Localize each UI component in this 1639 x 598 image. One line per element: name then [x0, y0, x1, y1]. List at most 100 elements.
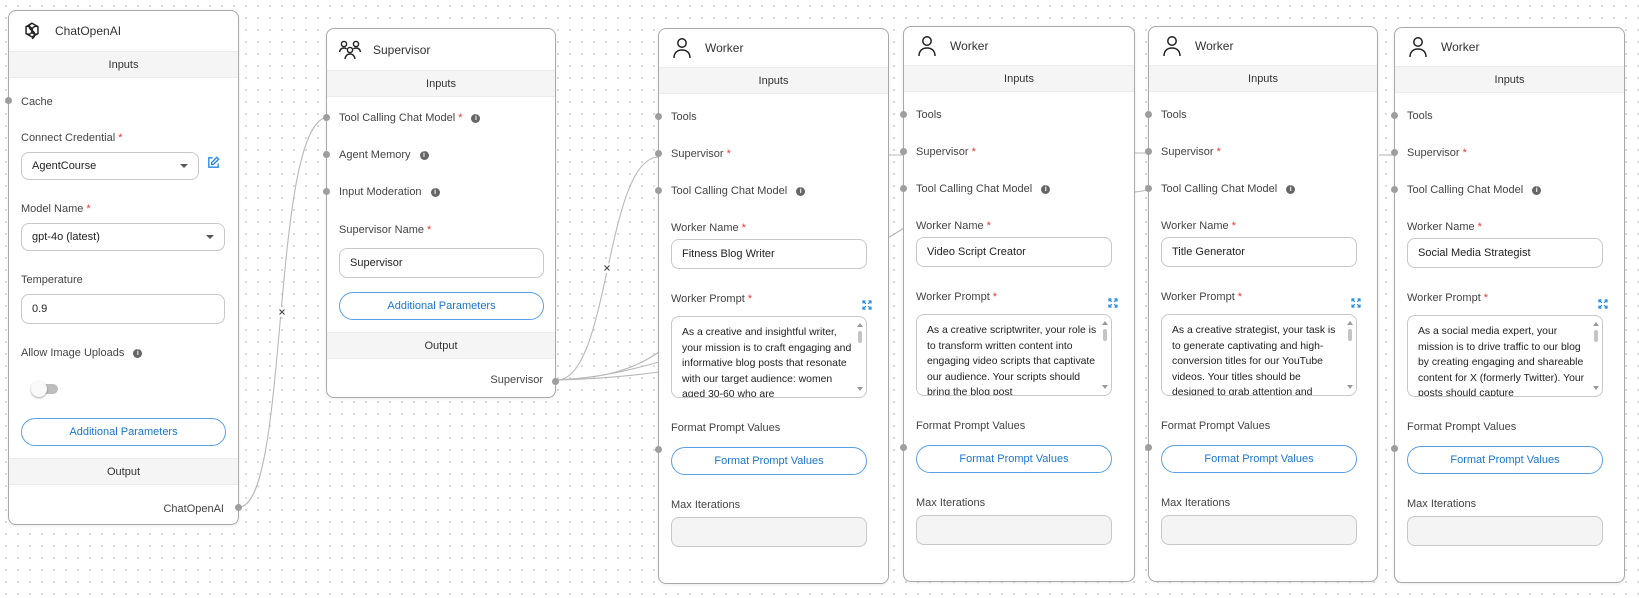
- supervisor-handle[interactable]: [655, 150, 662, 157]
- worker-prompt-label: Worker Prompt *: [1407, 292, 1489, 304]
- format-prompt-values-button[interactable]: Format Prompt Values: [1161, 445, 1357, 473]
- worker-node[interactable]: Worker Inputs Tools Supervisor * Tool Cal…: [1145, 26, 1378, 582]
- format-prompt-label: Format Prompt Values: [671, 422, 781, 434]
- inputs-bar: Inputs: [659, 67, 888, 94]
- worker-name-label: Worker Name *: [671, 222, 746, 234]
- chevron-down-icon: [206, 235, 214, 239]
- agent-memory-handle[interactable]: [323, 151, 330, 158]
- expand-icon[interactable]: [1108, 295, 1118, 308]
- credential-select[interactable]: AgentCourse: [21, 152, 199, 180]
- worker-node[interactable]: Worker Inputs Tools Supervisor * Tool Cal…: [1391, 27, 1625, 583]
- tool-model-handle[interactable]: [900, 185, 907, 192]
- worker-prompt-label: Worker Prompt *: [1161, 291, 1243, 303]
- additional-parameters-button[interactable]: Additional Parameters: [21, 418, 226, 446]
- max-iterations-input[interactable]: [1161, 515, 1357, 545]
- image-uploads-toggle[interactable]: [31, 381, 58, 397]
- textarea-scrollbar[interactable]: [1102, 321, 1108, 389]
- max-iterations-input[interactable]: [671, 517, 867, 547]
- worker-name-label: Worker Name *: [1407, 221, 1482, 233]
- supervisor-handle[interactable]: [1145, 148, 1152, 155]
- format-prompt-handle[interactable]: [655, 446, 662, 453]
- model-label: Model Name *: [21, 203, 91, 215]
- credential-label: Connect Credential *: [21, 132, 123, 144]
- info-icon: i: [430, 187, 440, 197]
- worker-prompt-textarea[interactable]: As a social media expert, your mission i…: [1407, 315, 1603, 397]
- cache-handle[interactable]: [5, 97, 12, 104]
- output-handle[interactable]: [552, 378, 559, 385]
- tool-model-label: Tool Calling Chat Model * i: [339, 112, 481, 124]
- max-iterations-input[interactable]: [1407, 516, 1603, 546]
- cache-label: Cache: [21, 96, 53, 108]
- input-moderation-handle[interactable]: [323, 188, 330, 195]
- format-prompt-handle[interactable]: [900, 444, 907, 451]
- tools-label: Tools: [1161, 109, 1187, 121]
- worker-prompt-label: Worker Prompt *: [916, 291, 998, 303]
- model-select[interactable]: gpt-4o (latest): [21, 223, 225, 251]
- supervisor-name-label: Supervisor Name *: [339, 224, 432, 236]
- expand-icon[interactable]: [862, 297, 872, 310]
- tool-model-handle[interactable]: [1145, 185, 1152, 192]
- textarea-scrollbar[interactable]: [1347, 321, 1353, 389]
- person-icon: [1405, 34, 1431, 60]
- supervisor-label: Supervisor *: [1161, 146, 1221, 158]
- tools-handle[interactable]: [900, 111, 907, 118]
- worker-header: Worker: [659, 29, 888, 67]
- supervisor-handle[interactable]: [900, 148, 907, 155]
- edge-delete-button-1[interactable]: [277, 307, 287, 317]
- expand-icon[interactable]: [1351, 295, 1361, 308]
- info-icon: i: [1041, 184, 1051, 194]
- inputs-bar: Inputs: [904, 65, 1134, 92]
- format-prompt-values-button[interactable]: Format Prompt Values: [1407, 446, 1603, 474]
- worker-prompt-textarea[interactable]: As a creative strategist, your task is t…: [1161, 314, 1357, 396]
- chatopenai-header: ChatOpenAI: [9, 11, 238, 51]
- format-prompt-handle[interactable]: [1145, 444, 1152, 451]
- supervisor-node[interactable]: Supervisor Inputs Tool Calling Chat Mode…: [323, 28, 559, 398]
- tools-handle[interactable]: [1391, 112, 1398, 119]
- output-handle[interactable]: [235, 504, 242, 511]
- temperature-input[interactable]: 0.9: [21, 294, 225, 324]
- node-title: Worker: [705, 41, 744, 55]
- worker-name-input[interactable]: Social Media Strategist: [1407, 238, 1603, 268]
- worker-prompt-textarea[interactable]: As a creative scriptwriter, your role is…: [916, 314, 1112, 396]
- max-iterations-input[interactable]: [916, 515, 1112, 545]
- textarea-scrollbar[interactable]: [857, 323, 863, 391]
- edit-icon[interactable]: [206, 155, 221, 170]
- chatopenai-node[interactable]: ChatOpenAI Inputs Cache Connect Credenti…: [5, 10, 242, 525]
- node-title: Worker: [950, 39, 989, 53]
- tool-model-label: Tool Calling Chat Model i: [1407, 184, 1542, 196]
- expand-icon[interactable]: [1598, 296, 1608, 309]
- worker-name-input[interactable]: Fitness Blog Writer: [671, 239, 867, 269]
- tool-model-handle[interactable]: [1391, 186, 1398, 193]
- format-prompt-label: Format Prompt Values: [1161, 420, 1271, 432]
- agent-memory-label: Agent Memory i: [339, 149, 429, 161]
- format-prompt-handle[interactable]: [1391, 445, 1398, 452]
- additional-parameters-button[interactable]: Additional Parameters: [339, 292, 544, 320]
- max-iterations-label: Max Iterations: [916, 497, 986, 509]
- edge-delete-button-2[interactable]: [602, 263, 612, 273]
- worker-name-input[interactable]: Video Script Creator: [916, 237, 1112, 267]
- supervisor-handle[interactable]: [1391, 149, 1398, 156]
- worker-name-input[interactable]: Title Generator: [1161, 237, 1357, 267]
- worker-node[interactable]: Worker Inputs Tools Supervisor * Tool Cal…: [655, 28, 889, 584]
- tools-handle[interactable]: [1145, 111, 1152, 118]
- textarea-scrollbar[interactable]: [1593, 322, 1599, 390]
- worker-node[interactable]: Worker Inputs Tools Supervisor * Tool Cal…: [900, 26, 1135, 582]
- worker-header: Worker: [1149, 27, 1377, 65]
- supervisor-name-input[interactable]: Supervisor: [339, 248, 544, 278]
- supervisor-label: Supervisor *: [1407, 147, 1467, 159]
- tools-handle[interactable]: [655, 113, 662, 120]
- worker-prompt-textarea[interactable]: As a creative and insightful writer, you…: [671, 316, 867, 398]
- temperature-label: Temperature: [21, 274, 83, 286]
- edge-worker1-to-worker2: [886, 227, 905, 239]
- person-icon: [914, 33, 940, 59]
- max-iterations-label: Max Iterations: [671, 499, 741, 511]
- tool-model-handle[interactable]: [655, 187, 662, 194]
- format-prompt-values-button[interactable]: Format Prompt Values: [916, 445, 1112, 473]
- node-title: Worker: [1195, 39, 1234, 53]
- image-uploads-label: Allow Image Uploads i: [21, 347, 143, 359]
- format-prompt-label: Format Prompt Values: [1407, 421, 1517, 433]
- worker-prompt-label: Worker Prompt *: [671, 293, 753, 305]
- inputs-bar: Inputs: [1395, 66, 1624, 93]
- format-prompt-values-button[interactable]: Format Prompt Values: [671, 447, 867, 475]
- tool-model-handle[interactable]: [323, 114, 330, 121]
